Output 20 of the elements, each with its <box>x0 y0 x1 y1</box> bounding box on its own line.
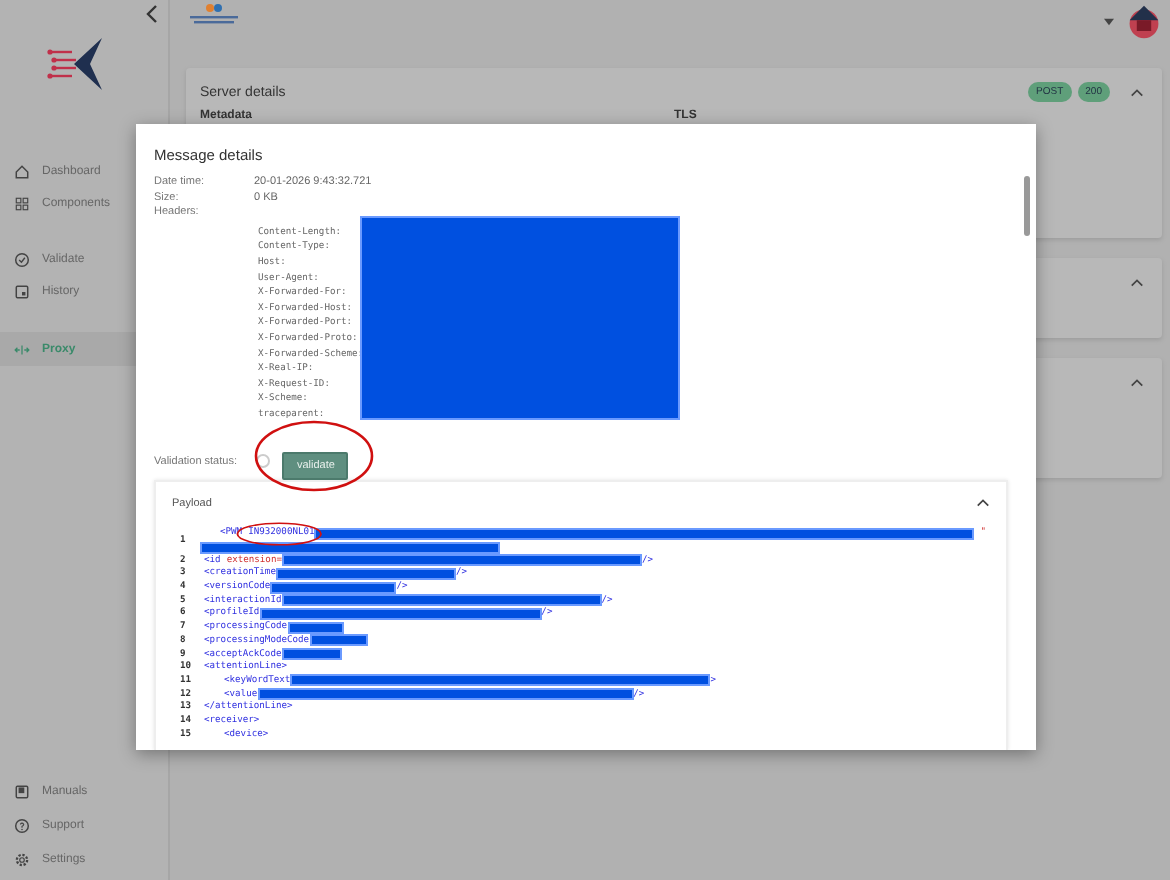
caret-up-icon[interactable] <box>1130 87 1144 97</box>
arrow-logo <box>46 34 106 94</box>
settings-icon <box>14 851 30 867</box>
history-icon <box>14 284 30 300</box>
avatar-icon[interactable] <box>1126 4 1162 40</box>
chevron-left-icon[interactable] <box>146 4 158 24</box>
help-icon <box>14 817 30 833</box>
grid-icon <box>14 196 30 212</box>
caret-down-icon[interactable] <box>1104 18 1114 26</box>
scrollbar-thumb[interactable] <box>1024 176 1030 236</box>
check-circle-icon <box>14 252 30 268</box>
caret-up-icon[interactable] <box>1130 378 1144 388</box>
home-icon <box>14 164 30 180</box>
highlight-ellipse <box>254 420 375 492</box>
caret-up-icon[interactable] <box>976 498 990 508</box>
status-circle-icon <box>256 454 271 468</box>
logo-drawing <box>186 2 242 26</box>
arrows-icon <box>14 341 30 357</box>
book-icon <box>14 783 30 799</box>
caret-up-icon[interactable] <box>1130 278 1144 288</box>
